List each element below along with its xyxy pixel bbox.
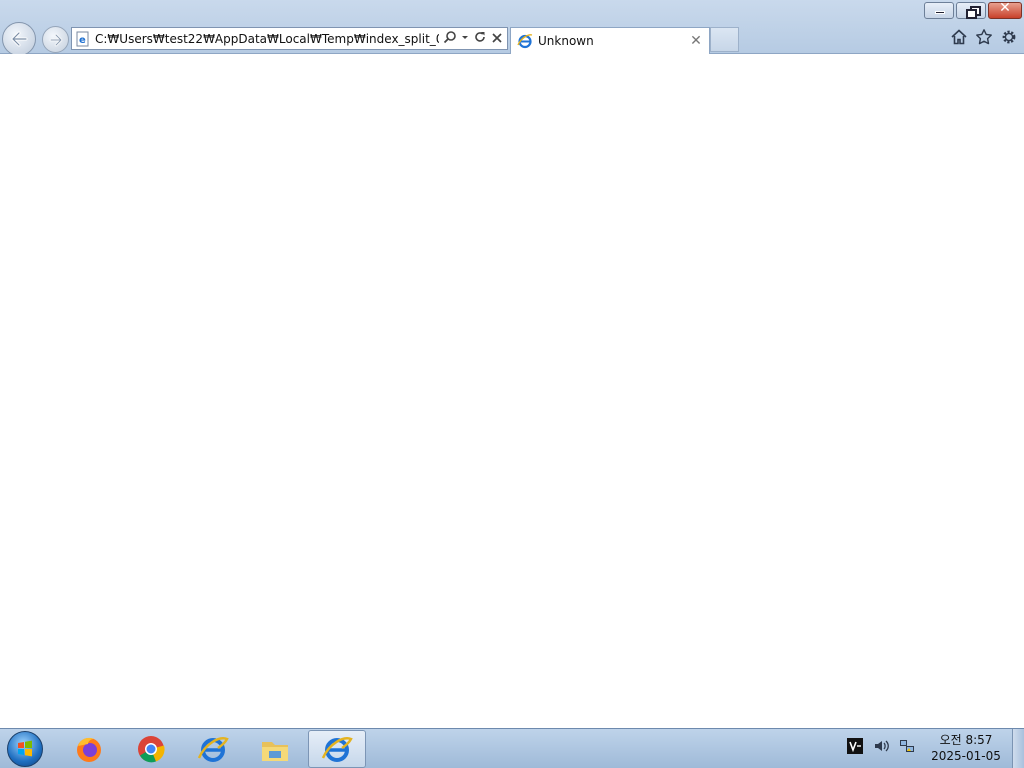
system-tray: [846, 737, 916, 755]
gear-icon[interactable]: [1000, 28, 1018, 46]
internet-explorer-icon: [321, 737, 353, 762]
chevron-down-icon[interactable]: [461, 29, 469, 48]
home-icon[interactable]: [950, 28, 968, 46]
ie-page-icon: e: [75, 31, 91, 47]
restore-button[interactable]: [956, 2, 986, 19]
browser-tools: [950, 28, 1018, 46]
file-explorer-icon: [262, 742, 288, 761]
browser-toolbar: ✕ e C:₩Users₩test22₩AppData₩Local₩Temp₩i…: [0, 0, 1024, 56]
taskbar: 오전 8:57 2025-01-05: [0, 728, 1024, 768]
internet-explorer-icon: [517, 33, 533, 49]
firefox-taskbar-button[interactable]: [60, 730, 118, 768]
minimize-button[interactable]: [924, 2, 954, 19]
clock-date: 2025-01-05: [931, 749, 1001, 763]
close-window-button[interactable]: ✕: [988, 0, 1022, 19]
svg-text:e: e: [79, 35, 86, 46]
page-content: [0, 54, 1024, 728]
windows-logo-icon: [18, 740, 32, 757]
browser-tab[interactable]: Unknown ✕: [510, 27, 710, 54]
address-bar[interactable]: e C:₩Users₩test22₩AppData₩Local₩Temp₩ind…: [71, 27, 508, 50]
forward-arrow-icon: [43, 27, 68, 52]
back-arrow-icon: [3, 23, 35, 55]
forward-button[interactable]: [42, 26, 69, 53]
internet-explorer-taskbar-button[interactable]: [184, 730, 242, 768]
new-tab-button[interactable]: [710, 27, 739, 52]
network-icon[interactable]: [898, 737, 916, 755]
close-icon[interactable]: [491, 29, 503, 48]
taskbar-clock[interactable]: 오전 8:57 2025-01-05: [926, 732, 1006, 764]
show-desktop-button[interactable]: [1012, 729, 1024, 768]
address-url[interactable]: C:₩Users₩test22₩AppData₩Local₩Temp₩index…: [95, 32, 439, 46]
refresh-icon[interactable]: [473, 29, 487, 48]
close-icon: ✕: [999, 0, 1011, 16]
internet-explorer-icon: [197, 737, 229, 762]
internet-explorer-active-taskbar-button[interactable]: [308, 730, 366, 768]
tab-title: Unknown: [538, 34, 594, 48]
chrome-icon: [138, 736, 165, 763]
volume-icon[interactable]: [872, 737, 890, 755]
input-method-icon[interactable]: [846, 737, 864, 755]
chrome-taskbar-button[interactable]: [122, 730, 180, 768]
clock-time: 오전 8:57: [939, 733, 993, 747]
restore-icon: [966, 6, 981, 19]
star-icon[interactable]: [975, 28, 993, 46]
back-button[interactable]: [2, 22, 36, 56]
address-tools: [439, 29, 507, 48]
file-explorer-taskbar-button[interactable]: [246, 730, 304, 768]
window-controls: ✕: [924, 0, 1022, 19]
minimize-icon: [935, 11, 945, 14]
search-icon[interactable]: [443, 29, 457, 48]
firefox-icon: [77, 737, 101, 762]
start-button[interactable]: [7, 731, 43, 767]
close-icon[interactable]: ✕: [689, 33, 703, 49]
